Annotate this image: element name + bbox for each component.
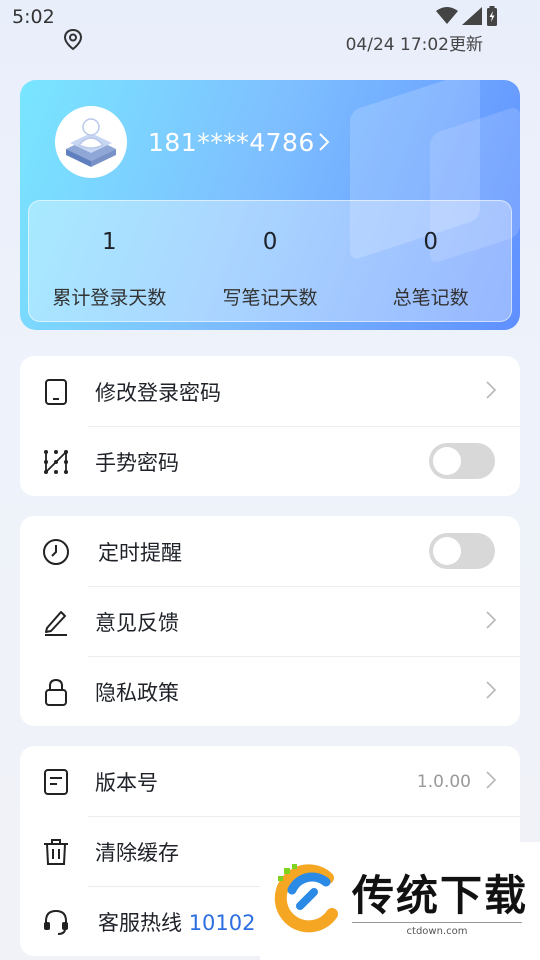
status-time: 5:02	[12, 6, 55, 28]
update-time: 04/24 17:02更新	[345, 35, 483, 55]
privacy-policy-row[interactable]: 隐私政策	[20, 656, 520, 726]
lock-icon	[45, 678, 67, 706]
stat-value: 0	[262, 229, 278, 255]
row-label: 版本号	[95, 771, 158, 795]
watermark-url: ctdown.com	[352, 922, 522, 937]
avatar[interactable]	[55, 106, 127, 178]
watermark-logo-icon	[274, 864, 338, 933]
trash-icon	[44, 839, 68, 865]
row-label: 隐私政策	[95, 681, 179, 705]
chevron-right-icon	[486, 771, 496, 789]
chevron-right-icon[interactable]	[318, 132, 330, 152]
document-icon	[44, 769, 68, 795]
stat-total-notes: 0 总笔记数	[350, 201, 511, 321]
row-label: 意见反馈	[95, 611, 179, 635]
settings-group-general: 定时提醒 意见反馈 隐私政策	[20, 516, 520, 726]
stat-value: 0	[423, 229, 438, 255]
row-label: 手势密码	[95, 451, 179, 475]
status-icons	[436, 6, 498, 26]
status-bar: 5:02 04/24 17:02更新	[0, 0, 540, 55]
version-value: 1.0.00	[416, 772, 471, 792]
hotline-number[interactable]: 10102	[189, 911, 256, 935]
stat-label: 总笔记数	[392, 287, 469, 309]
gesture-pattern-icon	[44, 449, 68, 475]
chevron-right-icon	[486, 611, 496, 629]
toggle-knob	[433, 447, 461, 475]
chevron-right-icon	[486, 381, 496, 399]
gesture-password-toggle[interactable]	[429, 443, 495, 479]
settings-group-security: 修改登录密码 手势密码	[20, 356, 520, 496]
row-label: 清除缓存	[95, 841, 179, 865]
tablet-icon	[45, 379, 67, 405]
watermark-brand: 传统下载	[352, 871, 529, 920]
location-pin-icon[interactable]	[62, 28, 84, 52]
row-label: 修改登录密码	[95, 381, 221, 405]
pencil-icon	[45, 611, 67, 636]
hotline-label: 客服热线	[98, 911, 182, 935]
headset-icon	[44, 909, 68, 935]
watermark: 传统下载 ctdown.com	[260, 842, 540, 960]
stats-panel: 1 累计登录天数 0 写笔记天数 0 总笔记数	[28, 200, 512, 322]
version-row[interactable]: 版本号 1.0.00	[20, 746, 520, 816]
feedback-row[interactable]: 意见反馈	[20, 586, 520, 656]
timed-reminder-toggle[interactable]	[429, 533, 495, 569]
gesture-password-row: 手势密码	[20, 426, 520, 496]
stat-note-days: 0 写笔记天数	[190, 201, 351, 321]
profile-card[interactable]: 181****4786 1 累计登录天数 0 写笔记天数 0 总笔记数	[20, 80, 520, 330]
change-password-row[interactable]: 修改登录密码	[20, 356, 520, 426]
toggle-knob	[433, 537, 461, 565]
row-label: 定时提醒	[98, 541, 182, 565]
signal-icon	[462, 7, 482, 25]
timed-reminder-row: 定时提醒	[20, 516, 520, 586]
stat-label: 累计登录天数	[52, 287, 167, 309]
stat-value: 1	[102, 229, 117, 255]
row-label: 客服热线 10102	[98, 907, 256, 937]
chevron-right-icon	[486, 681, 496, 699]
stat-login-days: 1 累计登录天数	[29, 201, 190, 321]
stat-label: 写笔记天数	[222, 287, 318, 309]
phone-number[interactable]: 181****4786	[148, 128, 315, 157]
clock-icon	[43, 539, 69, 565]
wifi-icon	[436, 7, 458, 24]
user-avatar-icon	[66, 118, 116, 167]
battery-icon	[487, 6, 497, 26]
